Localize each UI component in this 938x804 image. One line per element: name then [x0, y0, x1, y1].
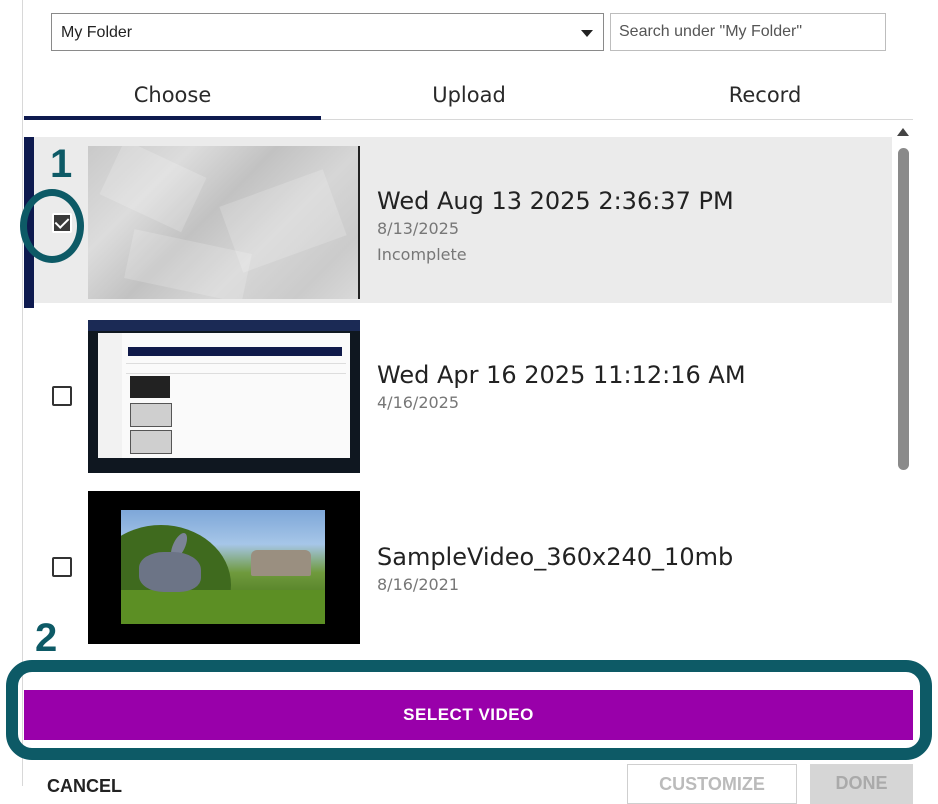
video-title: Wed Apr 16 2025 11:12:16 AM [377, 361, 746, 389]
video-title: Wed Aug 13 2025 2:36:37 PM [377, 187, 734, 215]
search-input[interactable] [610, 13, 886, 51]
folder-dropdown[interactable]: My Folder [51, 13, 604, 51]
video-title: SampleVideo_360x240_10mb [377, 543, 734, 571]
video-checkbox[interactable] [52, 386, 72, 406]
folder-dropdown-value: My Folder [61, 24, 133, 41]
step-callout-1: 1 [50, 142, 73, 186]
video-thumbnail[interactable] [88, 146, 360, 299]
chevron-down-icon [581, 30, 593, 37]
step-callout-2: 2 [35, 616, 58, 660]
scrollbar-thumb[interactable] [898, 148, 909, 470]
tab-choose[interactable]: Choose [24, 72, 321, 120]
video-row[interactable]: SampleVideo_360x240_10mb 8/16/2021 [24, 482, 892, 648]
video-date: 8/13/2025 [377, 219, 460, 238]
video-status: Incomplete [377, 245, 467, 264]
customize-button[interactable]: CUSTOMIZE [627, 764, 797, 804]
video-date: 4/16/2025 [377, 393, 460, 412]
done-button[interactable]: DONE [810, 764, 913, 804]
video-thumbnail[interactable] [88, 320, 360, 473]
video-row[interactable]: Wed Aug 13 2025 2:36:37 PM 8/13/2025 Inc… [24, 137, 892, 308]
tabs-divider [321, 119, 913, 120]
checkbox-highlight-ring [20, 189, 84, 263]
cancel-button[interactable]: CANCEL [47, 776, 122, 797]
video-checkbox[interactable] [52, 557, 72, 577]
video-row[interactable]: Wed Apr 16 2025 11:12:16 AM 4/16/2025 [24, 311, 892, 477]
video-date: 8/16/2021 [377, 575, 460, 594]
scroll-up-icon[interactable] [897, 128, 909, 136]
tab-upload[interactable]: Upload [321, 72, 617, 120]
tab-record[interactable]: Record [617, 72, 913, 120]
video-thumbnail[interactable] [88, 491, 360, 644]
button-highlight-frame [6, 660, 932, 760]
